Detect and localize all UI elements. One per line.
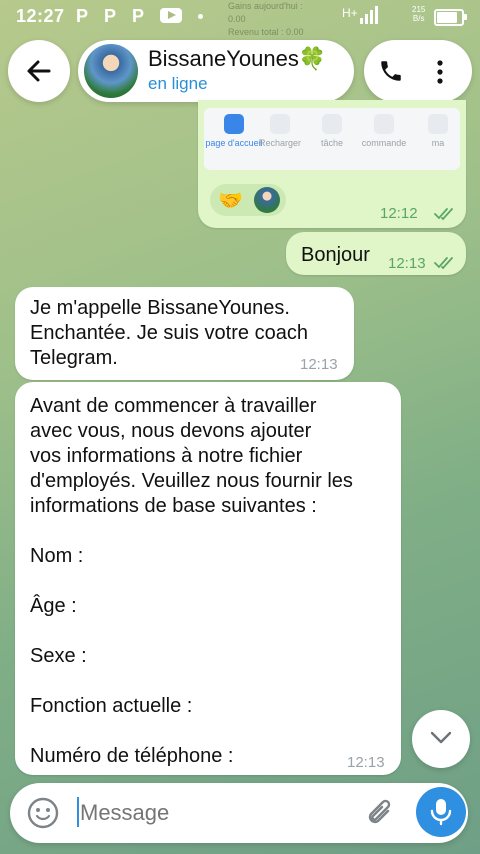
profile-icon — [428, 114, 448, 134]
header-actions — [364, 40, 472, 102]
phone-icon[interactable] — [378, 58, 404, 84]
task-icon — [322, 114, 342, 134]
more-notifications-icon — [198, 14, 203, 19]
message-time: 12:13 — [300, 356, 338, 373]
message-text: Avant de commencer à travailler avec vou… — [30, 395, 353, 767]
network-type: H+ — [342, 6, 358, 20]
embedded-app-screenshot: page d'accueil Recharger tâche commande … — [204, 108, 460, 170]
battery-icon — [434, 9, 467, 26]
handshake-reaction: 🤝 — [218, 190, 243, 212]
avatar[interactable] — [84, 44, 138, 98]
recharge-icon — [270, 114, 290, 134]
voice-record-button[interactable] — [416, 787, 466, 837]
scroll-down-button[interactable] — [412, 710, 470, 768]
network-speed: 215 B/s — [412, 5, 426, 23]
notification-p-icon: P — [104, 6, 117, 26]
microphone-icon — [430, 799, 452, 826]
background-ghost-text: Gains aujourd'hui : 0.00 Revenu total : … — [228, 1, 304, 37]
chevron-down-icon — [430, 731, 452, 744]
message-bubble[interactable]: Je m'appelle BissaneYounes. Enchantée. J… — [15, 287, 354, 380]
nav-item-task: tâche — [302, 114, 362, 148]
back-button[interactable] — [8, 40, 70, 102]
reaction-chip[interactable]: 🤝 — [210, 184, 286, 216]
message-bubble[interactable]: page d'accueil Recharger tâche commande … — [198, 100, 466, 228]
read-ticks-icon — [434, 208, 453, 221]
nav-item-order: commande — [354, 114, 414, 148]
message-time: 12:13 — [388, 255, 426, 272]
message-time: 12:13 — [347, 754, 385, 771]
chat-header[interactable]: BissaneYounes🍀 en ligne — [78, 40, 354, 102]
nav-item-recharge: Recharger — [250, 114, 310, 148]
more-vertical-icon[interactable] — [434, 59, 446, 85]
signal-icon — [360, 6, 378, 24]
message-input[interactable] — [78, 796, 352, 830]
order-icon — [374, 114, 394, 134]
home-icon — [224, 114, 244, 134]
arrow-left-icon — [27, 60, 51, 82]
status-time: 12:27 — [16, 6, 65, 26]
reactor-avatar — [254, 187, 280, 213]
notification-p-icon: P — [132, 6, 145, 26]
paperclip-icon[interactable] — [366, 797, 396, 829]
message-composer — [10, 783, 468, 843]
emoji-icon[interactable] — [26, 796, 60, 830]
read-ticks-icon — [434, 257, 453, 270]
message-time: 12:12 — [380, 205, 418, 222]
message-bubble[interactable]: Bonjour 12:13 — [286, 232, 466, 275]
nav-item-me: ma — [408, 114, 468, 148]
contact-name: BissaneYounes🍀 — [148, 46, 327, 71]
youtube-icon — [160, 8, 182, 23]
message-bubble[interactable]: Avant de commencer à travailler avec vou… — [15, 382, 401, 775]
notification-p-icon: P — [76, 6, 89, 26]
presence-status: en ligne — [148, 74, 208, 93]
message-text: Bonjour — [301, 244, 370, 266]
